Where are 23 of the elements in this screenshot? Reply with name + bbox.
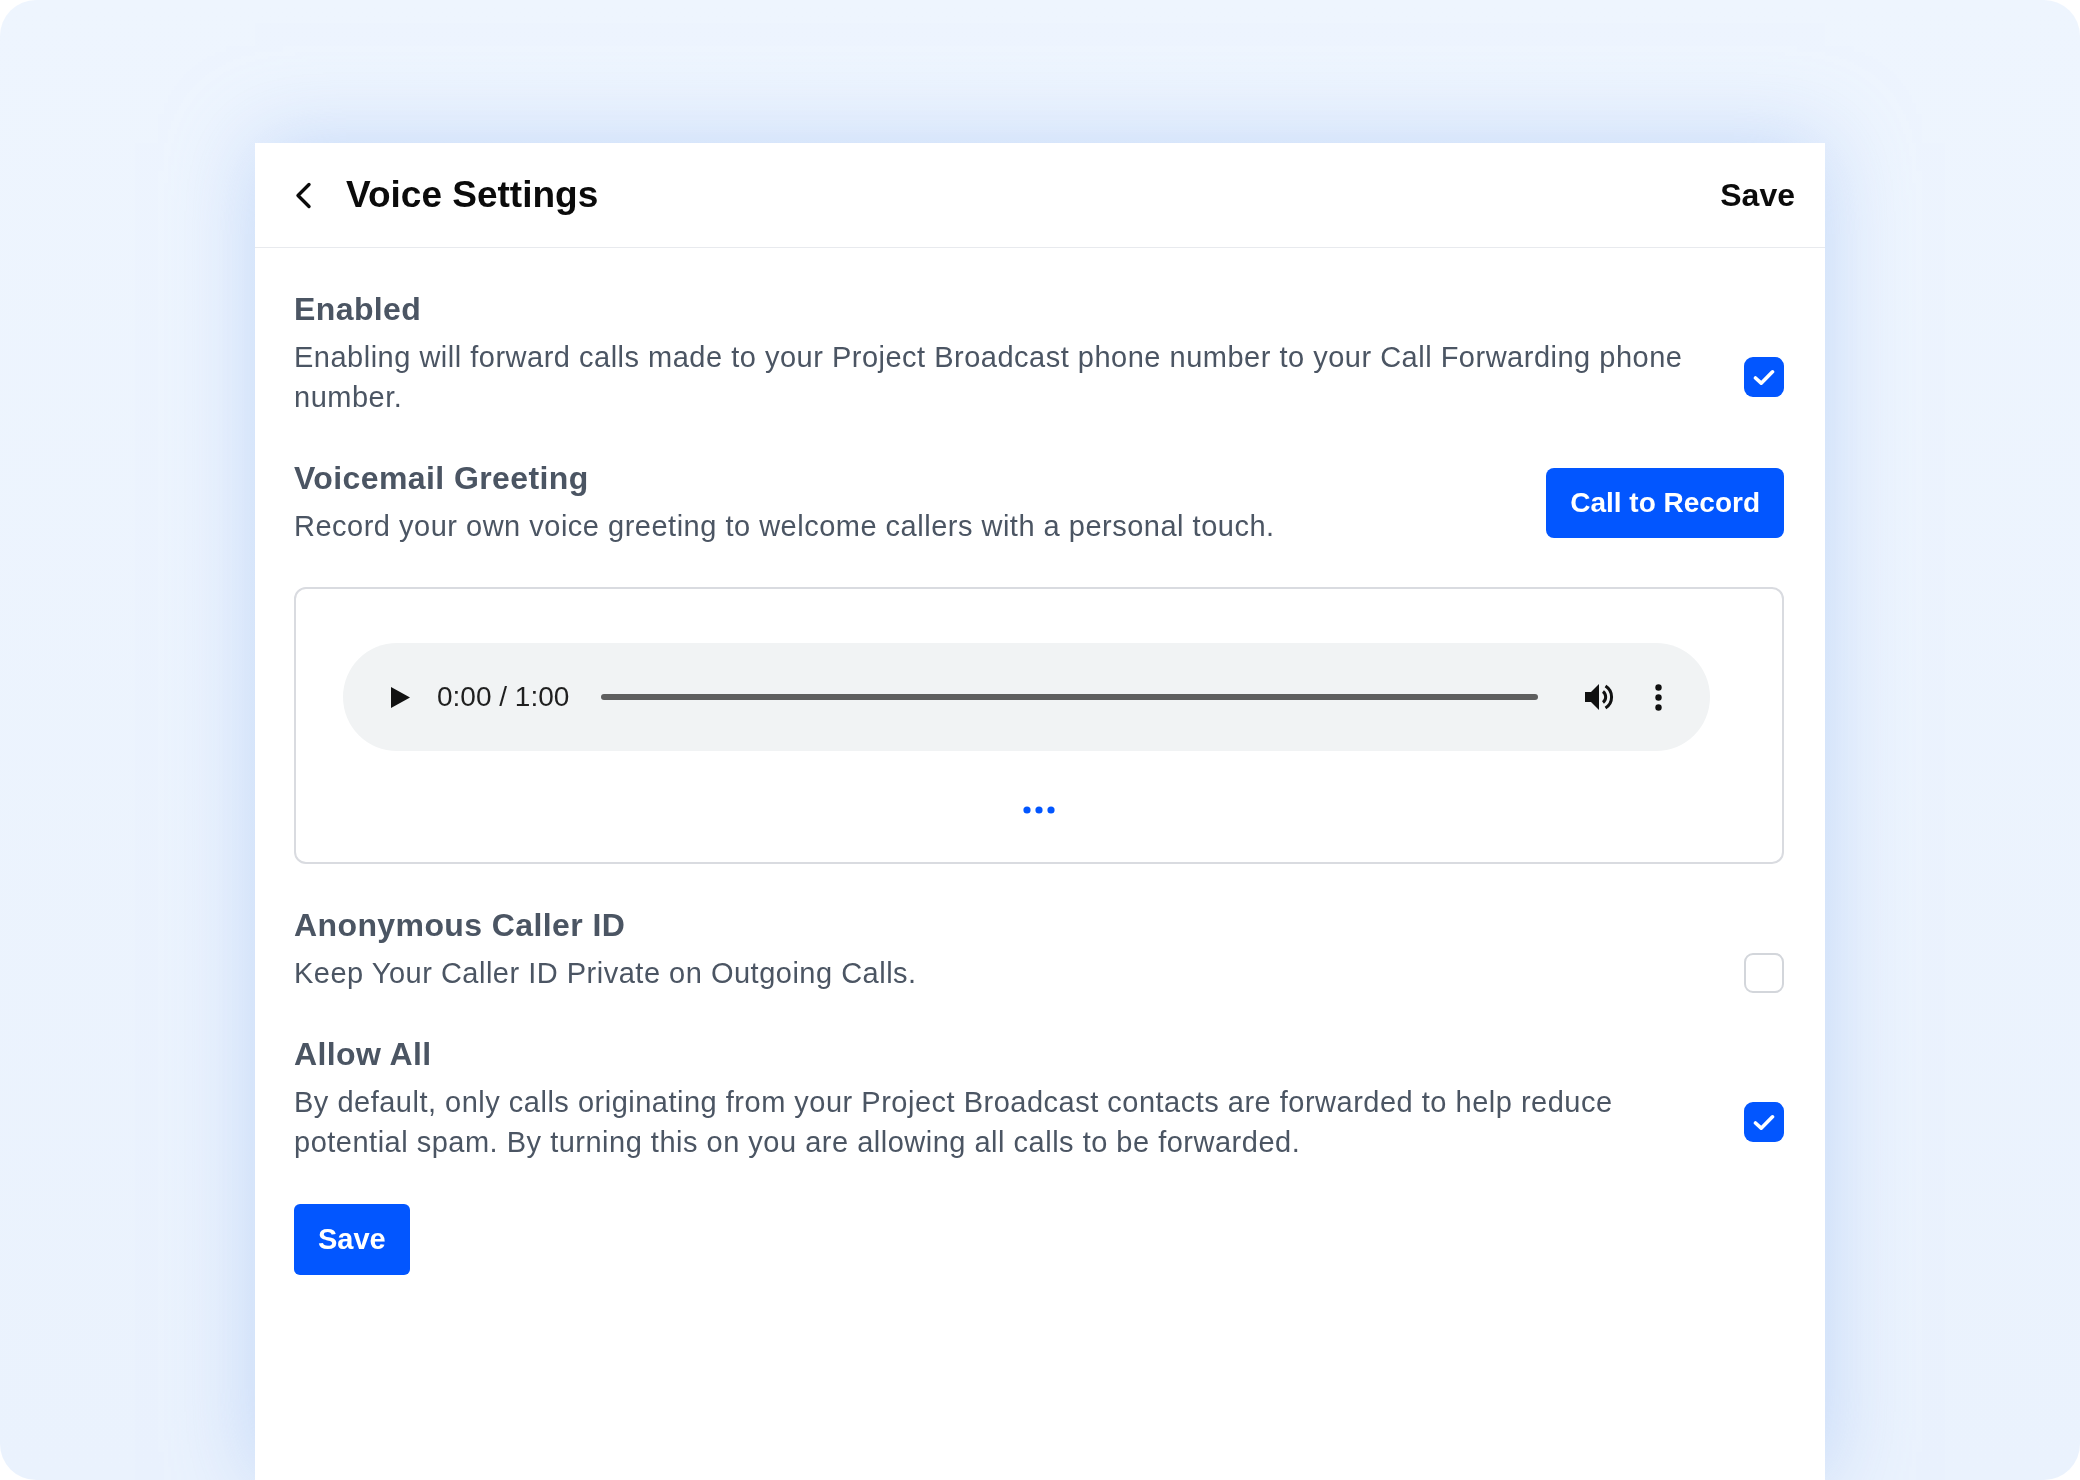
progress-track[interactable]: [601, 694, 1538, 700]
header-save-button[interactable]: Save: [1720, 175, 1795, 215]
setting-description: Record your own voice greeting to welcome callers with a personal touch.: [294, 509, 1276, 544]
play-icon[interactable]: [391, 686, 410, 708]
setting-description: Keep Your Caller ID Private on Outgoing Calls.: [294, 956, 918, 991]
back-icon[interactable]: [294, 181, 312, 209]
setting-title: Enabled: [294, 290, 423, 328]
save-button[interactable]: Save: [294, 1204, 410, 1275]
loading-dots-icon: [1023, 806, 1055, 814]
setting-title: Voicemail Greeting: [294, 459, 590, 497]
checkbox[interactable]: [1744, 1102, 1784, 1142]
checkbox[interactable]: [1744, 953, 1784, 993]
setting-title: Allow All: [294, 1035, 433, 1073]
playback-time: 0:00 / 1:00: [437, 680, 570, 714]
more-options-icon[interactable]: [1655, 683, 1662, 711]
call-to-record-button[interactable]: Call to Record: [1546, 467, 1784, 538]
checkbox[interactable]: [1744, 357, 1784, 397]
setting-description: Enabling will forward calls made to your Project Broadcast phone number to your Call Forwarding phone number.: [294, 340, 1684, 415]
check-icon: [1753, 368, 1775, 386]
setting-description: By default, only calls originating from your Project Broadcast contacts are forwarded to help reduce potential spam. By turning this on you are allowing all calls to be forwarded.: [294, 1085, 1614, 1160]
setting-title: Anonymous Caller ID: [294, 906, 627, 944]
page-title: Voice Settings: [346, 173, 600, 217]
check-icon: [1753, 1113, 1775, 1131]
